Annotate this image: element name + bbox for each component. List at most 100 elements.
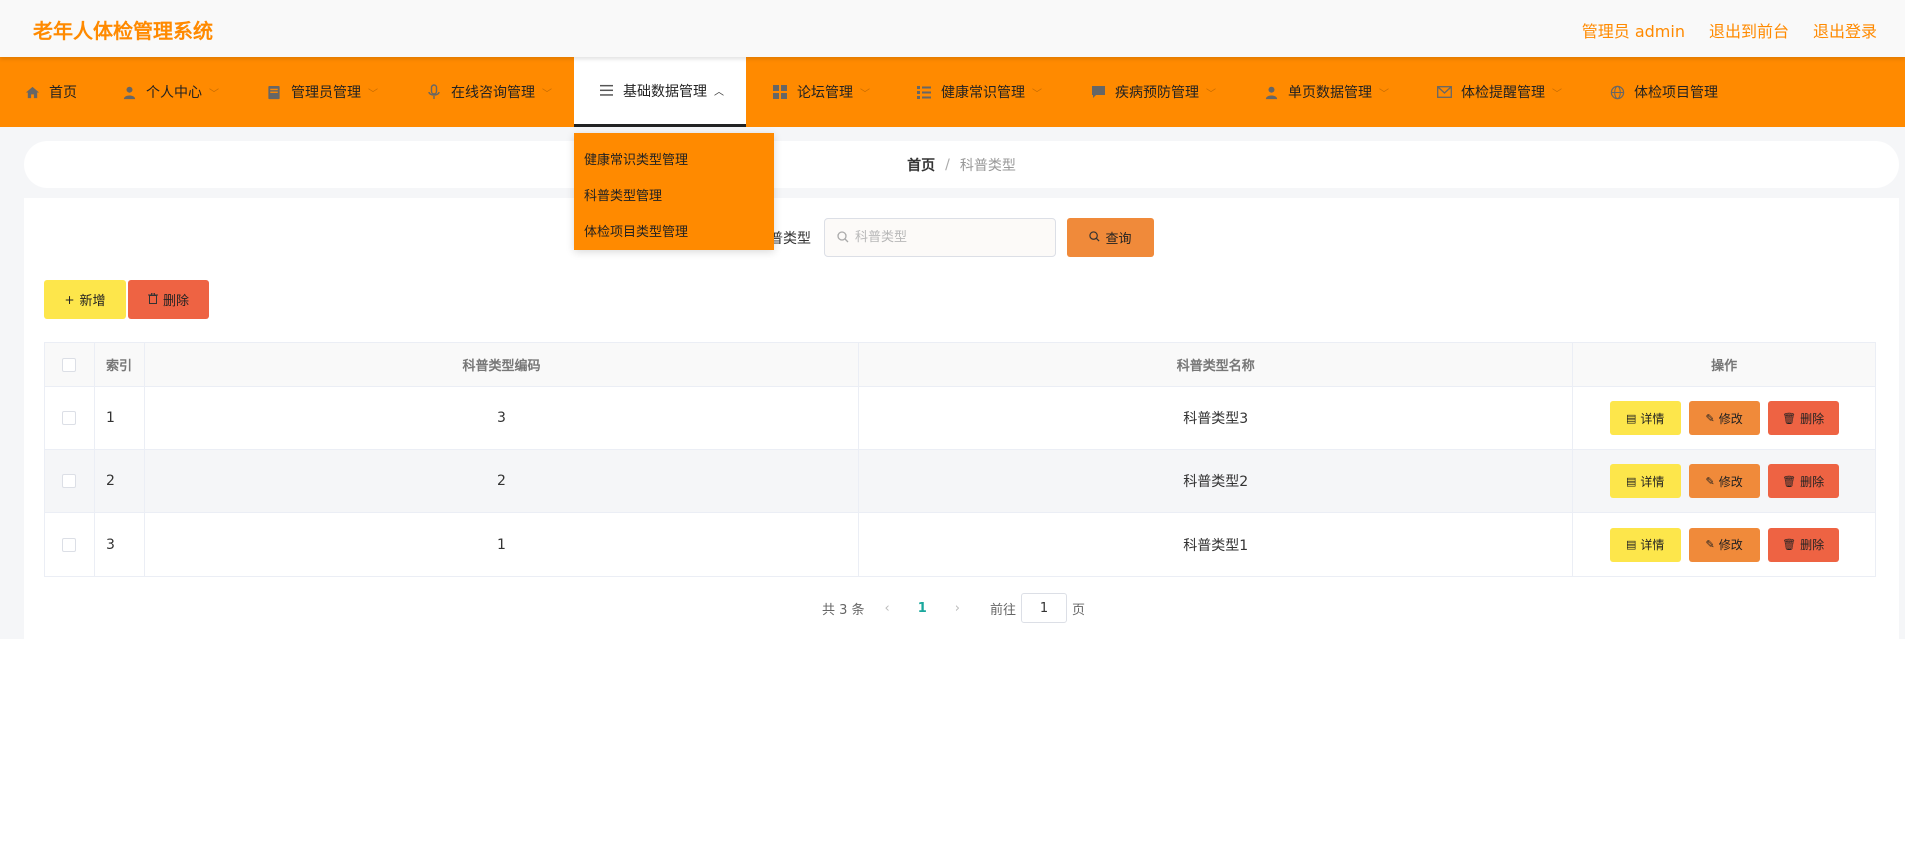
batch-delete-button[interactable]: 删除: [128, 280, 209, 319]
admin-icon: [266, 84, 282, 100]
pager-goto-input[interactable]: 1: [1021, 593, 1068, 623]
pagination: 共 3 条 ‹ 1 › 前往 1 页: [822, 593, 1085, 623]
nav-item-admin-manage[interactable]: 管理员管理 ﹀: [266, 57, 378, 127]
delete-button[interactable]: 🗑 删除: [1767, 464, 1839, 498]
nav-item-label: 论坛管理: [797, 85, 853, 101]
edit-button[interactable]: ✎ 修改: [1688, 527, 1760, 562]
nav-item-label: 管理员管理: [291, 85, 361, 101]
search-field[interactable]: [824, 218, 1056, 257]
nav-item-label: 基础数据管理: [623, 83, 707, 100]
nav-item-exam-items[interactable]: 体检项目管理: [1609, 57, 1718, 127]
detail-button[interactable]: ▤ 详情: [1609, 464, 1681, 498]
header-ops: 操作: [1711, 359, 1738, 374]
breadcrumb-separator: /: [945, 156, 950, 173]
app-title: 老年人体检管理系统: [33, 19, 213, 43]
breadcrumb-home[interactable]: 首页: [907, 155, 935, 175]
pager-page-unit: 页: [1072, 602, 1086, 618]
chevron-down-icon: ﹀: [542, 88, 552, 100]
chevron-down-icon: ﹀: [1552, 88, 1562, 100]
row-ops: ▤ 详情 ✎ 修改 🗑 删除: [1573, 513, 1875, 576]
page-number[interactable]: 1: [918, 601, 927, 616]
row-check-cell: [45, 513, 95, 576]
edit-button[interactable]: ✎ 修改: [1688, 464, 1760, 498]
row-index: 2: [95, 450, 145, 512]
row-checkbox[interactable]: [62, 411, 77, 425]
dropdown-item-exam-item-type[interactable]: 体检项目类型管理: [574, 215, 774, 251]
nav-item-consult-manage[interactable]: 在线咨询管理 ﹀: [426, 57, 552, 127]
basic-data-dropdown: 健康常识类型管理 科普类型管理 体检项目类型管理: [574, 133, 774, 250]
select-all-checkbox[interactable]: [62, 357, 77, 372]
row-code: 1: [145, 513, 860, 576]
nav-item-label: 体检提醒管理: [1461, 85, 1545, 101]
menu-icon: [598, 83, 614, 99]
nav-item-forum-manage[interactable]: 论坛管理 ﹀: [772, 57, 870, 127]
nav-item-label: 体检项目管理: [1634, 85, 1718, 101]
query-button[interactable]: 查询: [1067, 218, 1154, 257]
globe-icon: [1609, 84, 1625, 100]
delete-label: 删除: [1800, 538, 1825, 552]
chevron-down-icon: ﹀: [860, 88, 870, 100]
pager-goto-label: 前往: [990, 602, 1017, 618]
row-check-cell: [45, 387, 95, 449]
trash-icon: 🗑: [1782, 411, 1797, 425]
header-name: 科普类型名称: [859, 343, 1574, 386]
main-nav: 首页 个人中心 ﹀ 管理员管理 ﹀ 在线咨询管理 ﹀ 基础数据管理 ︿ 论坛管理…: [0, 57, 1905, 127]
logout-link[interactable]: 退出登录: [1813, 18, 1877, 42]
nav-item-home[interactable]: 首页: [24, 57, 77, 127]
table-row: 2 2 科普类型2 ▤ 详情 ✎ 修改 🗑 删除: [45, 450, 1875, 513]
chevron-down-icon: ﹀: [1032, 88, 1042, 100]
detail-button[interactable]: ▤ 详情: [1609, 401, 1681, 435]
search-input[interactable]: [855, 230, 1045, 245]
edit-label: 修改: [1718, 538, 1743, 552]
chevron-down-icon: ﹀: [1206, 88, 1216, 100]
row-ops: ▤ 详情 ✎ 修改 🗑 删除: [1573, 387, 1875, 449]
nav-item-label: 单页数据管理: [1288, 85, 1372, 101]
delete-button[interactable]: 🗑 删除: [1767, 527, 1839, 562]
row-checkbox[interactable]: [62, 474, 77, 488]
document-icon: ▤: [1625, 474, 1637, 488]
row-code: 3: [145, 387, 860, 449]
row-checkbox[interactable]: [62, 537, 77, 552]
nav-item-basic-data[interactable]: 基础数据管理 ︿: [574, 57, 746, 127]
user-icon: [1263, 84, 1279, 100]
header-code: 科普类型编码: [145, 343, 860, 386]
delete-button[interactable]: 🗑 删除: [1767, 401, 1839, 435]
nav-item-single-page[interactable]: 单页数据管理 ﹀: [1263, 57, 1389, 127]
nav-item-label: 健康常识管理: [941, 85, 1025, 101]
row-check-cell: [45, 450, 95, 512]
nav-item-personal-center[interactable]: 个人中心 ﹀: [121, 57, 219, 127]
trash-icon: 🗑: [1782, 538, 1797, 551]
select-all-cell: [45, 343, 95, 386]
table-row: 3 1 科普类型1 ▤ 详情 ✎ 修改 🗑 删除: [45, 513, 1875, 576]
chevron-down-icon: ﹀: [368, 88, 378, 100]
exit-to-front-link[interactable]: 退出到前台: [1709, 18, 1789, 42]
table-row: 1 3 科普类型3 ▤ 详情 ✎ 修改 🗑 删除: [45, 387, 1875, 450]
nav-item-label: 个人中心: [146, 85, 202, 101]
pencil-icon: ✎: [1705, 474, 1715, 488]
pencil-icon: ✎: [1705, 411, 1715, 425]
document-icon: ▤: [1625, 538, 1637, 551]
add-button-label: 新增: [79, 294, 106, 309]
header-index: 索引: [95, 343, 145, 386]
edit-button[interactable]: ✎ 修改: [1688, 401, 1760, 435]
nav-item-exam-reminder[interactable]: 体检提醒管理 ﹀: [1436, 57, 1562, 127]
dropdown-item-health-type[interactable]: 健康常识类型管理: [574, 143, 774, 179]
chevron-left-icon[interactable]: ‹: [885, 601, 890, 616]
row-name: 科普类型1: [859, 513, 1574, 576]
admin-user-link[interactable]: 管理员 admin: [1582, 18, 1685, 42]
batch-delete-label: 删除: [162, 294, 189, 309]
detail-button[interactable]: ▤ 详情: [1609, 527, 1681, 562]
search-icon: [837, 228, 849, 247]
document-icon: ▤: [1625, 411, 1637, 425]
add-button[interactable]: + 新增: [44, 280, 126, 319]
row-ops: ▤ 详情 ✎ 修改 🗑 删除: [1573, 450, 1875, 512]
trash-icon: 🗑: [1782, 474, 1797, 488]
user-icon: [121, 84, 137, 100]
dropdown-item-science-type[interactable]: 科普类型管理: [574, 179, 774, 215]
nav-item-health-knowledge[interactable]: 健康常识管理 ﹀: [916, 57, 1042, 127]
pencil-icon: ✎: [1705, 538, 1715, 551]
trash-icon: [147, 292, 158, 307]
chevron-right-icon[interactable]: ›: [955, 601, 960, 616]
nav-item-disease-prevention[interactable]: 疾病预防管理 ﹀: [1090, 57, 1216, 127]
chevron-down-icon: ﹀: [1379, 88, 1389, 100]
